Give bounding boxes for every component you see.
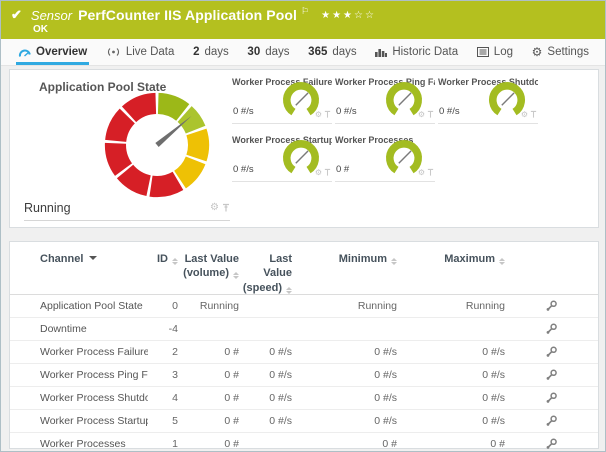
sort-desc-icon: [89, 256, 97, 260]
priority-stars[interactable]: ★★★☆☆: [321, 10, 376, 21]
main-gauge-status: Running: [24, 201, 71, 215]
status-ok-check-icon: ✔: [11, 7, 22, 23]
sensor-header: ✔ Sensor PerfCounter IIS Application Poo…: [1, 1, 605, 39]
main-gauge-status-row: Running ⚙: [24, 201, 230, 221]
column-header-maximum[interactable]: Maximum: [397, 252, 505, 295]
tab-365-days[interactable]: 365 days: [306, 39, 358, 65]
pin-icon[interactable]: [530, 110, 537, 119]
gear-icon: ⚙: [532, 46, 543, 58]
channel-settings-wrench-icon[interactable]: [545, 392, 558, 405]
column-header-minimum[interactable]: Minimum: [292, 252, 397, 295]
tab-2-days[interactable]: 2 days: [191, 39, 231, 65]
gauge-worker-process-ping-failures: Worker Process Ping Failures 0 #/s ⚙: [335, 74, 435, 124]
sensor-kind-label: Sensor: [31, 8, 72, 23]
gear-icon[interactable]: ⚙: [418, 169, 425, 177]
table-row: Worker Process Failures 2 0 # 0 #/s 0 #/…: [10, 340, 598, 363]
channel-settings-wrench-icon[interactable]: [545, 300, 558, 313]
gear-icon[interactable]: ⚙: [418, 111, 425, 119]
gauge-worker-process-startup-failures: Worker Process Startup Failu... 0 #/s ⚙: [232, 132, 332, 182]
tab-log[interactable]: Log: [475, 39, 515, 65]
gauge-worker-process-failures: Worker Process Failures 0 #/s ⚙: [232, 74, 332, 124]
gear-icon[interactable]: ⚙: [315, 111, 322, 119]
application-pool-state-gauge: [98, 86, 216, 204]
gear-icon[interactable]: ⚙: [521, 111, 528, 119]
small-gauges-grid: Worker Process Failures 0 #/s ⚙ Worker P…: [232, 74, 538, 182]
pin-icon[interactable]: [324, 168, 331, 177]
column-header-channel[interactable]: Channel: [40, 252, 148, 295]
column-header-last-value-volume[interactable]: Last Value (volume): [178, 252, 239, 295]
pin-icon[interactable]: [324, 110, 331, 119]
tab-historic-data[interactable]: Historic Data: [373, 39, 460, 65]
flag-icon: ⚐: [301, 6, 309, 17]
table-row: Worker Processes 1 0 # 0 # 0 #: [10, 432, 598, 452]
gear-icon[interactable]: ⚙: [315, 169, 322, 177]
table-row: Worker Process Ping Fa... 3 0 # 0 #/s 0 …: [10, 363, 598, 386]
gauge-icon: [18, 47, 31, 58]
live-data-icon: [106, 47, 121, 57]
channel-settings-wrench-icon[interactable]: [545, 323, 558, 336]
sensor-status-badge: OK: [33, 24, 605, 35]
table-row: Worker Process Shutdo... 4 0 # 0 #/s 0 #…: [10, 386, 598, 409]
sensor-title: PerfCounter IIS Application Pool: [78, 7, 297, 23]
main-gauge-controls: ⚙: [210, 203, 230, 213]
gauge-worker-processes: Worker Processes 0 # ⚙: [335, 132, 435, 182]
gauges-panel: Application Pool State Running ⚙ Worker …: [9, 69, 599, 228]
gauge-worker-process-shutdown-failures: Worker Process Shutdown Fa... 0 #/s ⚙: [438, 74, 538, 124]
tab-settings[interactable]: ⚙ Settings: [530, 39, 591, 65]
tab-30-days[interactable]: 30 days: [245, 39, 291, 65]
pin-icon[interactable]: [427, 110, 434, 119]
channel-settings-wrench-icon[interactable]: [545, 438, 558, 451]
table-row: Application Pool State 0 Running Running…: [10, 295, 598, 317]
channel-settings-wrench-icon[interactable]: [545, 415, 558, 428]
pin-icon[interactable]: [222, 203, 230, 213]
tab-bar: Overview Live Data 2 days 30 days 365 da…: [1, 39, 605, 66]
channel-settings-wrench-icon[interactable]: [545, 369, 558, 382]
bar-chart-icon: [375, 47, 387, 57]
gear-icon[interactable]: ⚙: [210, 203, 219, 213]
sensor-header-line: ✔ Sensor PerfCounter IIS Application Poo…: [1, 1, 605, 23]
tab-live-data[interactable]: Live Data: [104, 39, 177, 65]
table-body: Application Pool State 0 Running Running…: [10, 295, 598, 452]
pin-icon[interactable]: [427, 168, 434, 177]
channels-table-panel: Channel ID Last Value (volume) Last Valu…: [9, 241, 599, 449]
table-header-row: Channel ID Last Value (volume) Last Valu…: [10, 242, 598, 295]
log-icon: [477, 47, 489, 57]
prtg-sensor-page: ✔ Sensor PerfCounter IIS Application Poo…: [0, 0, 606, 452]
tab-overview[interactable]: Overview: [16, 39, 89, 65]
column-header-id[interactable]: ID: [148, 252, 178, 295]
column-header-last-value-speed[interactable]: Last Value (speed): [239, 252, 292, 295]
channel-settings-wrench-icon[interactable]: [545, 346, 558, 359]
table-row: Worker Process Startup... 5 0 # 0 #/s 0 …: [10, 409, 598, 432]
table-row: Downtime -4: [10, 317, 598, 340]
